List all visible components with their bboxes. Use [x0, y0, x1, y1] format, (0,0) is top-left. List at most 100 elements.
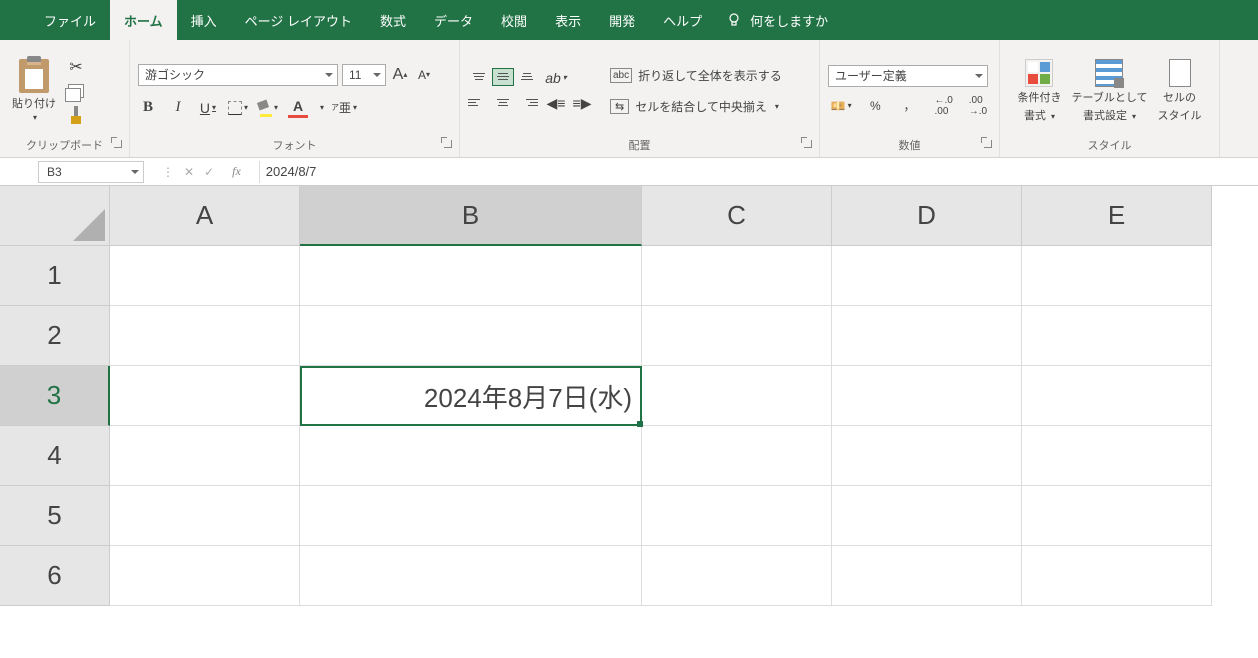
cell-e3[interactable]	[1022, 366, 1212, 426]
cell-a5[interactable]	[110, 486, 300, 546]
merge-center-button[interactable]: ⇆ セルを結合して中央揃え ▾	[610, 98, 782, 115]
cell-b6[interactable]	[300, 546, 642, 606]
align-left-button[interactable]	[468, 94, 490, 112]
row-header-4[interactable]: 4	[0, 426, 110, 486]
phonetic-button[interactable]: ア亜▾	[334, 98, 354, 118]
bold-button[interactable]: B	[138, 98, 158, 118]
row-header-6[interactable]: 6	[0, 546, 110, 606]
cell-styles-button[interactable]: セルの スタイル	[1158, 59, 1202, 123]
cell-c2[interactable]	[642, 306, 832, 366]
decrease-indent-button[interactable]: ◀≡	[546, 94, 566, 114]
cell-c4[interactable]	[642, 426, 832, 486]
shrink-font-button[interactable]: A▾	[414, 65, 434, 85]
col-header-b[interactable]: B	[300, 186, 642, 246]
enter-formula-button[interactable]: ✓	[204, 165, 214, 179]
accounting-format-button[interactable]: 💴▾	[828, 95, 854, 117]
cell-d3[interactable]	[832, 366, 1022, 426]
select-all-corner[interactable]	[0, 186, 110, 246]
alignment-dialog-launcher[interactable]	[801, 137, 813, 149]
align-right-button[interactable]	[516, 94, 538, 112]
cell-a6[interactable]	[110, 546, 300, 606]
tell-me[interactable]: 何をしますか	[726, 0, 828, 40]
grow-font-button[interactable]: A▴	[390, 65, 410, 85]
cell-d1[interactable]	[832, 246, 1022, 306]
cell-d4[interactable]	[832, 426, 1022, 486]
orientation-button[interactable]: ab▾	[546, 68, 566, 88]
align-top-button[interactable]	[468, 68, 490, 86]
col-header-a[interactable]: A	[110, 186, 300, 246]
wrap-text-button[interactable]: abc 折り返して全体を表示する	[610, 67, 782, 84]
row-header-5[interactable]: 5	[0, 486, 110, 546]
col-header-c[interactable]: C	[642, 186, 832, 246]
cell-d6[interactable]	[832, 546, 1022, 606]
tab-review[interactable]: 校閲	[487, 0, 541, 40]
row-header-1[interactable]: 1	[0, 246, 110, 306]
percent-button[interactable]: %	[862, 95, 888, 117]
format-as-table-button[interactable]: テーブルとして 書式設定 ▾	[1071, 59, 1147, 123]
cell-d5[interactable]	[832, 486, 1022, 546]
tab-file[interactable]: ファイル	[30, 0, 110, 40]
tab-help[interactable]: ヘルプ	[649, 0, 716, 40]
cell-d2[interactable]	[832, 306, 1022, 366]
cell-c6[interactable]	[642, 546, 832, 606]
cell-c3[interactable]	[642, 366, 832, 426]
cell-e6[interactable]	[1022, 546, 1212, 606]
align-center-button[interactable]	[492, 94, 514, 112]
increase-indent-button[interactable]: ≡▶	[572, 94, 592, 114]
row-header-2[interactable]: 2	[0, 306, 110, 366]
cell-a1[interactable]	[110, 246, 300, 306]
clipboard-dialog-launcher[interactable]	[111, 137, 123, 149]
format-painter-button[interactable]	[66, 105, 86, 125]
cell-b1[interactable]	[300, 246, 642, 306]
decrease-decimal-button[interactable]: .00→.0	[965, 95, 991, 117]
conditional-format-button[interactable]: 条件付き 書式 ▾	[1017, 59, 1061, 123]
cell-e2[interactable]	[1022, 306, 1212, 366]
cell-a4[interactable]	[110, 426, 300, 486]
number-dialog-launcher[interactable]	[981, 137, 993, 149]
wrap-label: 折り返して全体を表示する	[638, 67, 782, 84]
col-header-e[interactable]: E	[1022, 186, 1212, 246]
tab-view[interactable]: 表示	[541, 0, 595, 40]
tab-data[interactable]: データ	[420, 0, 487, 40]
cell-b3[interactable]: 2024年8月7日(水)	[300, 366, 642, 426]
cell-e5[interactable]	[1022, 486, 1212, 546]
increase-decimal-button[interactable]: ←.0.00	[931, 95, 957, 117]
col-header-d[interactable]: D	[832, 186, 1022, 246]
tab-page-layout[interactable]: ページ レイアウト	[231, 0, 366, 40]
number-format-select[interactable]: ユーザー定義	[828, 65, 988, 87]
tab-developer[interactable]: 開発	[595, 0, 649, 40]
name-box[interactable]: B3	[38, 161, 144, 183]
cell-c5[interactable]	[642, 486, 832, 546]
comma-button[interactable]: ，	[896, 95, 922, 117]
paste-button[interactable]: 貼り付け ▾	[8, 57, 60, 124]
font-name-select[interactable]: 游ゴシック	[138, 64, 338, 86]
cell-b5[interactable]	[300, 486, 642, 546]
align-bottom-button[interactable]	[516, 68, 538, 86]
conditional-format-icon	[1025, 59, 1053, 87]
font-color-button[interactable]: A	[288, 98, 308, 118]
border-button[interactable]: ▾	[228, 98, 248, 118]
cell-b4[interactable]	[300, 426, 642, 486]
cut-button[interactable]: ✂	[66, 57, 86, 77]
cell-e1[interactable]	[1022, 246, 1212, 306]
tab-insert[interactable]: 挿入	[177, 0, 231, 40]
tab-formulas[interactable]: 数式	[366, 0, 420, 40]
fx-icon[interactable]: fx	[224, 164, 249, 179]
cell-a3[interactable]	[110, 366, 300, 426]
cell-e4[interactable]	[1022, 426, 1212, 486]
copy-button[interactable]	[66, 81, 86, 101]
cell-c1[interactable]	[642, 246, 832, 306]
cell-b2[interactable]	[300, 306, 642, 366]
group-alignment: ab▾ ◀≡ ≡▶ abc 折り返して全体を表	[460, 40, 820, 157]
cell-a2[interactable]	[110, 306, 300, 366]
tab-home[interactable]: ホーム	[110, 0, 177, 40]
fill-color-button[interactable]: ▾	[258, 98, 278, 118]
underline-button[interactable]: U▾	[198, 98, 218, 118]
formula-input[interactable]: 2024/8/7	[260, 164, 323, 179]
font-size-select[interactable]: 11	[342, 64, 386, 86]
cancel-formula-button[interactable]: ✕	[184, 165, 194, 179]
font-dialog-launcher[interactable]	[441, 137, 453, 149]
align-middle-button[interactable]	[492, 68, 514, 86]
italic-button[interactable]: I	[168, 98, 188, 118]
row-header-3[interactable]: 3	[0, 366, 110, 426]
